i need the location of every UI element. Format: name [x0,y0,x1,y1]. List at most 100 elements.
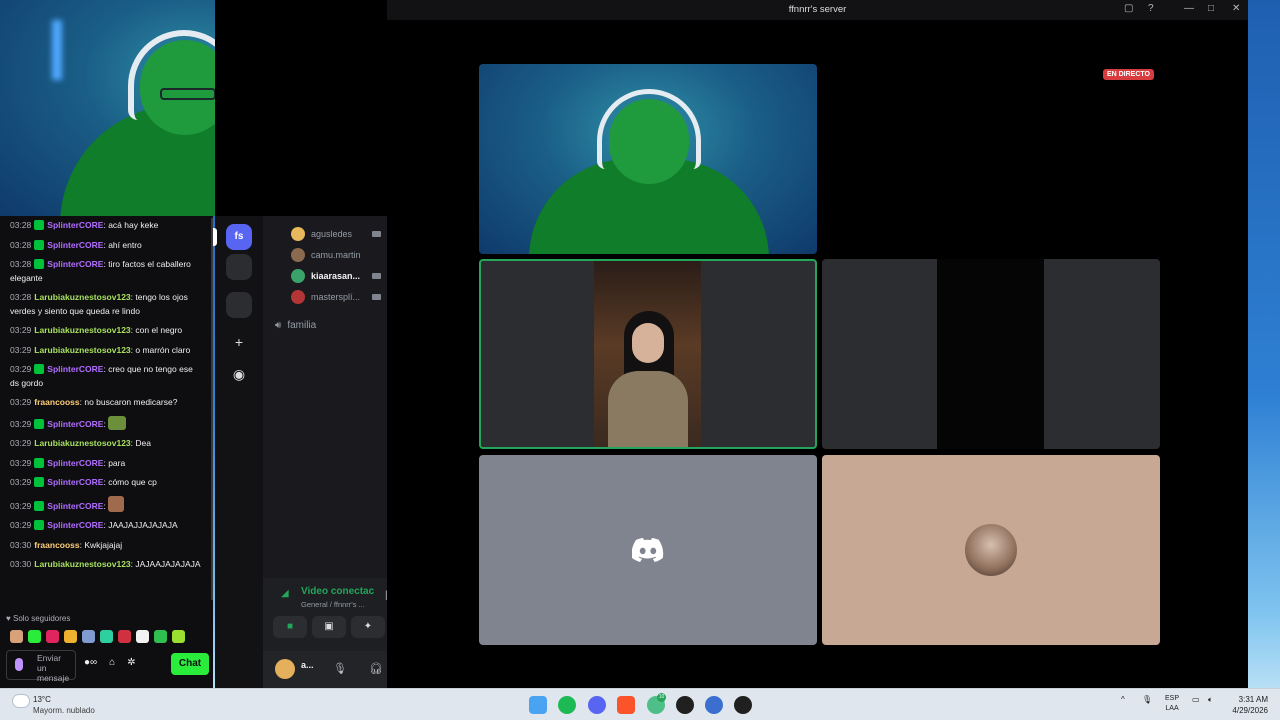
emote-9-icon[interactable] [154,630,167,643]
settings-taskbar-icon[interactable] [705,696,723,714]
chat-username[interactable]: SplinterCORE [47,220,103,230]
network-icon[interactable]: ▭ [1192,695,1200,704]
chat-text: : Kwkjajajaj [79,539,123,550]
weather-temperature[interactable]: 13°C [33,695,51,704]
chat-username[interactable]: SplinterCORE [47,259,103,269]
chat-message: 03:29 SplinterCORE: para [10,454,203,474]
camera-button[interactable]: ■ [273,616,307,638]
video-tile-self[interactable] [479,64,817,254]
inbox-icon[interactable]: ▢ [1124,3,1133,14]
cloud-icon[interactable] [12,694,30,708]
chat-scrollbar[interactable] [211,218,213,600]
mic-icon[interactable] [15,658,23,671]
user-name[interactable]: a... [301,660,314,670]
chat-username[interactable]: SplinterCORE [47,477,103,487]
language-layout: LAA [1165,705,1179,712]
selected-pill [213,228,217,246]
chat-username[interactable]: SplinterCORE [47,240,103,250]
discord-taskbar-icon[interactable] [588,696,606,714]
screenshare-button[interactable]: ▣ [312,616,346,638]
headphones-icon[interactable]: 🎧︎ [369,662,383,675]
voice-channel-name: familia [287,320,317,331]
clock[interactable]: 3:31 AM 4/29/2026 [1232,694,1268,716]
chat-input[interactable]: Enviar un mensaje [6,650,76,683]
camera-icon [372,294,381,300]
add-server-icon[interactable]: + [229,332,249,352]
chat-timestamp: 03:29 [10,325,32,335]
tray-mic-icon[interactable]: 🎙︎ [1142,695,1152,704]
chat-timestamp: 03:29 [10,397,32,407]
chat-username[interactable]: SplinterCORE [47,364,103,374]
emote-4-icon[interactable] [64,630,77,643]
emote-1-icon[interactable] [10,630,23,643]
voice-channel-familia[interactable]: 🔊︎ familia [275,320,316,331]
chat-username[interactable]: Larubiakuznestosov123 [34,325,130,335]
chat-username[interactable]: Larubiakuznestosov123 [34,438,130,448]
spotify-icon[interactable] [558,696,576,714]
language-indicator[interactable]: ESP LAA [1165,694,1179,714]
member-name: agusledes [311,229,353,239]
discord-window: fs + ◉ agusledes camu.martin kiaarasan..… [213,0,1248,688]
chat-message: 03:29 SplinterCORE: [10,493,203,517]
chat-username[interactable]: SplinterCORE [47,520,103,530]
chat-timestamp: 03:30 [10,539,32,550]
chat-username[interactable]: SplinterCORE [47,458,103,468]
chat-text: : Dea [130,438,151,448]
microphone-icon[interactable]: 🎙︎ [333,662,347,675]
chat-timestamp: 03:29 [10,344,32,355]
chat-send-button[interactable]: Chat [171,653,209,675]
server-icon-ffnnrr[interactable]: fs [226,224,252,250]
emote-5-icon[interactable] [82,630,95,643]
volume-icon[interactable]: 🔈︎ [1208,695,1213,705]
member-avatar [291,248,305,262]
tray-chevron-icon[interactable]: ^ [1121,695,1125,704]
voice-member[interactable]: kiaarasan... [291,268,381,284]
signal-icon[interactable]: ◢ [281,588,289,599]
emote-10-icon[interactable] [172,630,185,643]
twitch-chat: 03:28 SplinterCORE: acá hay keke 03:28 Spl… [0,216,213,688]
emote-7-icon[interactable] [118,630,131,643]
close-icon[interactable]: ✕ [1232,3,1240,14]
video-tile-avatar[interactable] [822,455,1160,645]
chat-message: 03:29 Larubiakuznestosov123: o marrón cla… [10,341,203,361]
chat-username[interactable]: SplinterCORE [47,501,103,511]
chat-username[interactable]: SplinterCORE [47,419,103,429]
server-sidebar: fs + ◉ [213,216,263,688]
video-tile-no-camera[interactable] [479,455,817,645]
emote-6-icon[interactable] [100,630,113,643]
user-avatar[interactable] [275,659,295,679]
voice-member[interactable]: agusledes [291,226,381,242]
chat-text: : no buscaron medicarse? [79,397,178,407]
voice-location[interactable]: General / ffnnrr's ... [301,600,365,609]
help-icon[interactable]: ? [1148,3,1154,14]
weather-description[interactable]: Mayorm. nublado [33,706,95,715]
chat-username[interactable]: Larubiakuznestosov123 [34,345,130,355]
chat-username[interactable]: Larubiakuznestosov123 [34,292,130,302]
activities-button[interactable]: ✦ [351,616,385,638]
video-tile-speaking[interactable] [479,259,817,449]
voice-member[interactable]: mastersplí... [291,289,381,305]
video-tile-dark[interactable] [822,259,1160,449]
maximize-icon[interactable]: □ [1208,3,1214,14]
brave-icon[interactable] [617,696,635,714]
server-folder-2[interactable] [226,292,252,318]
obs-icon[interactable] [676,696,694,714]
chat-username[interactable]: fraancooss [34,540,79,550]
camera-icon [372,231,381,237]
sub-badge-icon [34,259,45,269]
start-icon[interactable] [529,696,547,714]
chat-username[interactable]: Larubiakuznestosov123 [34,559,130,569]
voice-member[interactable]: camu.martin [291,247,381,263]
settings-icon[interactable]: ✲ [127,657,135,668]
emote-8-icon[interactable] [136,630,149,643]
bits-icon[interactable]: ●∞ [84,657,97,668]
emote-3-icon[interactable] [46,630,59,643]
chat-username[interactable]: fraancooss [34,397,79,407]
followers-only-text: Solo seguidores [12,614,71,623]
server-folder-1[interactable] [226,254,252,280]
store-icon[interactable]: ⌂ [109,657,115,668]
explore-icon[interactable]: ◉ [229,364,249,384]
emote-2-icon[interactable] [28,630,41,643]
github-icon[interactable] [734,696,752,714]
minimize-icon[interactable]: — [1184,3,1194,14]
